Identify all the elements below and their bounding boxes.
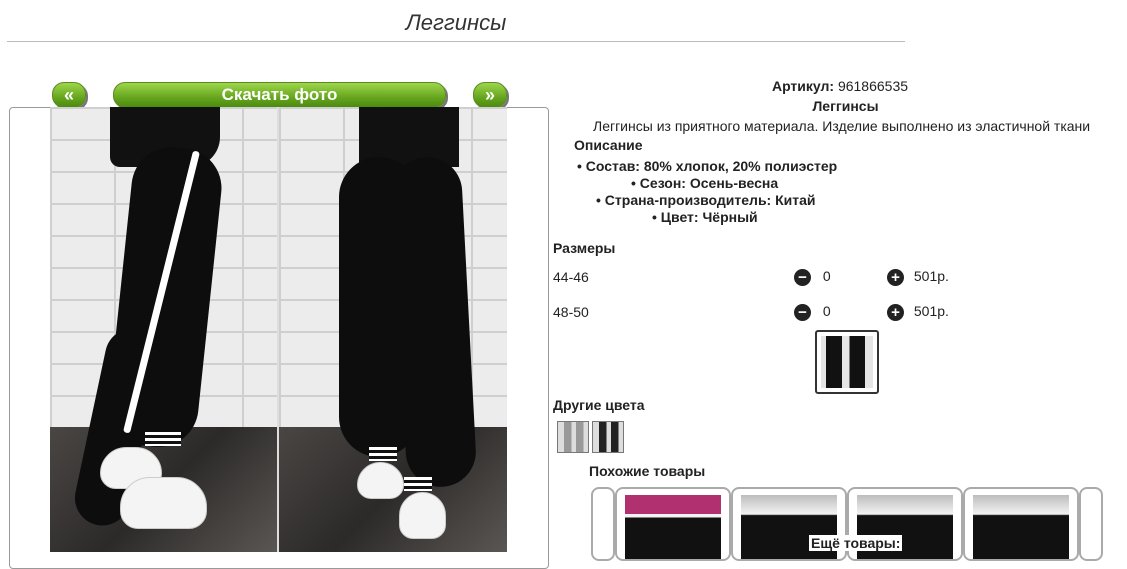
page-title: Леггинсы (405, 10, 507, 35)
product-photo[interactable] (50, 107, 507, 552)
description-heading: Описание (574, 137, 643, 153)
product-summary: Леггинсы из приятного материала. Изделие… (593, 118, 1091, 134)
size-price: 501р. (913, 303, 949, 319)
prev-photo-button[interactable]: « (52, 82, 86, 108)
size-qty: 0 (822, 268, 831, 284)
size-qty-control: − 0 (794, 268, 831, 286)
size-label: 48-50 (553, 304, 589, 320)
sizes-heading: Размеры (553, 240, 616, 256)
title-divider (7, 41, 905, 42)
article-value: 961866535 (837, 78, 909, 94)
size-price: 501р. (913, 268, 949, 284)
size-price-control: + 501р. (887, 268, 949, 286)
spec-item: • Цвет: Чёрный (652, 209, 758, 225)
size-qty: 0 (822, 303, 831, 319)
more-products-link[interactable]: Ещё товары: (809, 535, 903, 551)
product-name: Леггинсы (812, 98, 879, 114)
similar-scroll-left[interactable] (591, 487, 615, 561)
article-line: Артикул: 961866535 (553, 78, 1127, 94)
next-photo-button[interactable]: » (473, 82, 507, 108)
size-qty-control: − 0 (794, 303, 831, 321)
similar-heading: Похожие товары (589, 463, 706, 479)
other-colors-heading: Другие цвета (553, 397, 645, 413)
spec-item: • Сезон: Осень-весна (631, 175, 779, 191)
spec-item: • Страна-производитель: Китай (596, 192, 816, 208)
similar-product-card[interactable] (615, 487, 731, 561)
size-price-control: + 501р. (887, 303, 949, 321)
article-label: Артикул: (771, 78, 835, 94)
photo-side-view (50, 107, 277, 552)
plus-circle-icon[interactable]: + (887, 303, 904, 321)
photo-back-view (279, 107, 507, 552)
spec-item: • Состав: 80% хлопок, 20% полиэстер (577, 158, 838, 174)
similar-scroll-right[interactable] (1079, 487, 1103, 561)
color-variant-thumbnail[interactable] (557, 421, 589, 453)
similar-product-card[interactable] (963, 487, 1079, 561)
size-label: 44-46 (553, 269, 589, 285)
color-variant-thumbnail[interactable] (592, 421, 624, 453)
download-photo-button[interactable]: Скачать фото (113, 82, 446, 108)
selected-photo-thumbnail[interactable] (815, 330, 879, 394)
plus-circle-icon[interactable]: + (887, 268, 904, 286)
minus-circle-icon[interactable]: − (794, 303, 811, 321)
minus-circle-icon[interactable]: − (794, 268, 811, 286)
